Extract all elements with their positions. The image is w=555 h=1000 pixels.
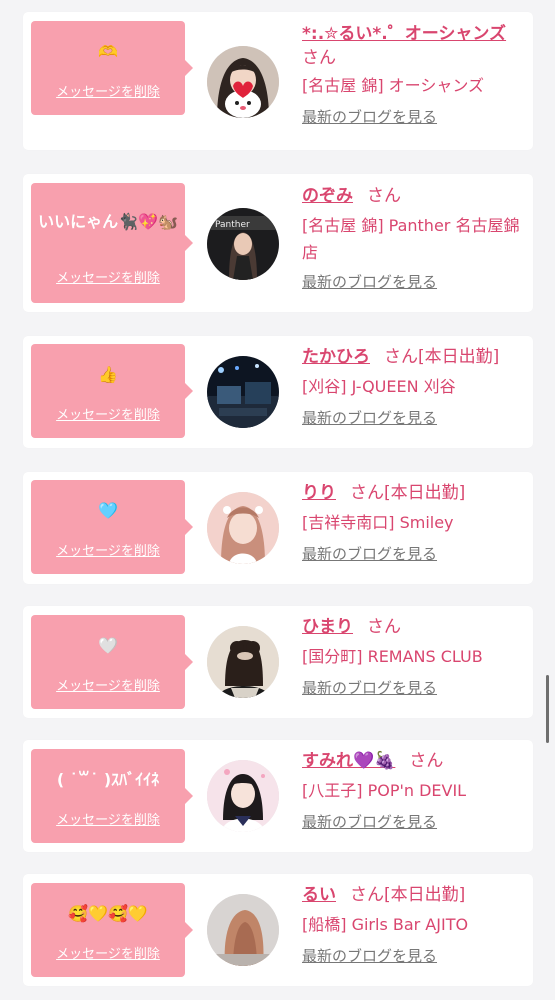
cast-name-link[interactable]: すみれ💜🍇 (302, 751, 395, 771)
delete-message-link[interactable]: メッセージを削除 (31, 679, 185, 695)
name-line: *:.✮るい*.゜オーシャンズ (302, 22, 526, 46)
message-bubble: ( ˙꒳​˙ )ｽﾊﾞｲｲﾈ メッセージを削除 (31, 749, 193, 843)
attendance-status: [本日出勤] (384, 483, 466, 503)
honorific: さん (350, 483, 384, 503)
scrollbar-thumb[interactable] (546, 675, 549, 743)
cast-info: るい さん[本日出勤] [船橋] Girls Bar AJITO 最新のブログを見… (302, 883, 526, 966)
avatar[interactable] (207, 760, 279, 832)
cast-info: のぞみ さん [名古屋 錦] Panther 名古屋錦店 最新のブログを見る (302, 184, 526, 292)
avatar[interactable] (207, 356, 279, 428)
latest-blog-link[interactable]: 最新のブログを見る (302, 408, 437, 428)
latest-blog-link[interactable]: 最新のブログを見る (302, 946, 437, 966)
cast-info: *:.✮るい*.゜オーシャンズ さん [名古屋 錦] オーシャンズ 最新のブログ… (302, 22, 526, 127)
svg-text:Panther: Panther (215, 220, 250, 230)
attendance-status: [本日出勤] (384, 885, 466, 905)
latest-blog-link[interactable]: 最新のブログを見る (302, 107, 437, 127)
delete-message-link[interactable]: メッセージを削除 (31, 544, 185, 560)
message-card: 🥰💛🥰💛 メッセージを削除 るい さん[本日出勤] [船橋] Girls Bar … (23, 874, 533, 986)
delete-message-link[interactable]: メッセージを削除 (31, 271, 185, 287)
honorific: さん (302, 48, 336, 68)
name-line: さん (302, 46, 526, 70)
message-text: 🩵 (98, 501, 118, 520)
avatar[interactable] (207, 894, 279, 966)
name-line: たかひろ さん[本日出勤] (302, 345, 526, 369)
avatar[interactable]: Panther (207, 208, 279, 280)
message-bubble: 🤍 メッセージを削除 (31, 615, 193, 709)
avatar[interactable] (207, 46, 279, 118)
delete-message-link[interactable]: メッセージを削除 (31, 408, 185, 424)
cast-name-link[interactable]: のぞみ (302, 186, 353, 206)
message-bubble: 🥰💛🥰💛 メッセージを削除 (31, 883, 193, 977)
honorific: さん (409, 751, 444, 771)
delete-message-link[interactable]: メッセージを削除 (31, 85, 185, 101)
name-line: るい さん[本日出勤] (302, 883, 526, 907)
honorific: さん (384, 347, 418, 367)
message-bubble: 🩵 メッセージを削除 (31, 480, 193, 574)
cast-name-link[interactable]: りり (302, 483, 336, 503)
latest-blog-link[interactable]: 最新のブログを見る (302, 678, 437, 698)
name-line: のぞみ さん (302, 184, 526, 208)
cast-name-link[interactable]: たかひろ (302, 347, 370, 367)
attendance-status: [本日出勤] (418, 347, 500, 367)
message-card: 🫶 メッセージを削除 *:.✮るい*.゜オーシャンズ さん [名古屋 錦] オー… (23, 12, 533, 150)
honorific: さん (367, 186, 401, 206)
cast-name-link[interactable]: るい (302, 885, 336, 905)
message-card: ( ˙꒳​˙ )ｽﾊﾞｲｲﾈ メッセージを削除 すみれ💜🍇 さん [八王子] PO… (23, 740, 533, 852)
shop-label: [名古屋 錦] Panther 名古屋錦店 (302, 216, 520, 262)
message-card: 🩵 メッセージを削除 りり さん[本日出勤] [吉祥寺南口] Smiley 最新の… (23, 472, 533, 584)
avatar[interactable] (207, 626, 279, 698)
message-text: ( ˙꒳​˙ )ｽﾊﾞｲｲﾈ (56, 770, 160, 789)
avatar[interactable] (207, 492, 279, 564)
message-text: 🫶 (98, 42, 118, 61)
shop-label: [吉祥寺南口] Smiley (302, 513, 454, 532)
cast-info: りり さん[本日出勤] [吉祥寺南口] Smiley 最新のブログを見る (302, 481, 526, 564)
shop-label: [刈谷] J-QUEEN 刈谷 (302, 377, 456, 396)
latest-blog-link[interactable]: 最新のブログを見る (302, 272, 437, 292)
cast-name-link[interactable]: *:.✮るい*.゜オーシャンズ (302, 24, 506, 44)
honorific: さん (367, 617, 401, 637)
name-line: ひまり さん (302, 615, 526, 639)
message-text: いいにゃん🐈‍⬛💖🐿️ (38, 212, 178, 231)
shop-label: [船橋] Girls Bar AJITO (302, 915, 469, 934)
message-card: 🤍 メッセージを削除 ひまり さん [国分町] REMANS CLUB 最新のブロ… (23, 606, 533, 718)
honorific: さん (350, 885, 384, 905)
shop-label: [名古屋 錦] オーシャンズ (302, 76, 485, 95)
name-line: すみれ💜🍇 さん (302, 749, 526, 773)
message-bubble: 🫶 メッセージを削除 (31, 21, 193, 115)
cast-name-link[interactable]: ひまり (302, 617, 353, 637)
message-text: 👍 (98, 365, 118, 384)
delete-message-link[interactable]: メッセージを削除 (31, 813, 185, 829)
message-bubble: 👍 メッセージを削除 (31, 344, 193, 438)
delete-message-link[interactable]: メッセージを削除 (31, 947, 185, 963)
shop-label: [国分町] REMANS CLUB (302, 647, 483, 666)
message-card: 👍 メッセージを削除 たかひろ さん[本日出勤] [刈谷] J-QUEEN 刈谷 … (23, 336, 533, 448)
message-text: 🤍 (98, 636, 118, 655)
name-line: りり さん[本日出勤] (302, 481, 526, 505)
message-card: いいにゃん🐈‍⬛💖🐿️ メッセージを削除 Panther のぞみ さん [名古屋 … (23, 174, 533, 312)
message-bubble: いいにゃん🐈‍⬛💖🐿️ メッセージを削除 (31, 183, 193, 303)
cast-info: すみれ💜🍇 さん [八王子] POP'n DEVIL 最新のブログを見る (302, 749, 526, 832)
latest-blog-link[interactable]: 最新のブログを見る (302, 812, 437, 832)
shop-label: [八王子] POP'n DEVIL (302, 781, 467, 800)
cast-info: ひまり さん [国分町] REMANS CLUB 最新のブログを見る (302, 615, 526, 698)
message-text: 🥰💛🥰💛 (68, 904, 148, 923)
cast-info: たかひろ さん[本日出勤] [刈谷] J-QUEEN 刈谷 最新のブログを見る (302, 345, 526, 428)
latest-blog-link[interactable]: 最新のブログを見る (302, 544, 437, 564)
